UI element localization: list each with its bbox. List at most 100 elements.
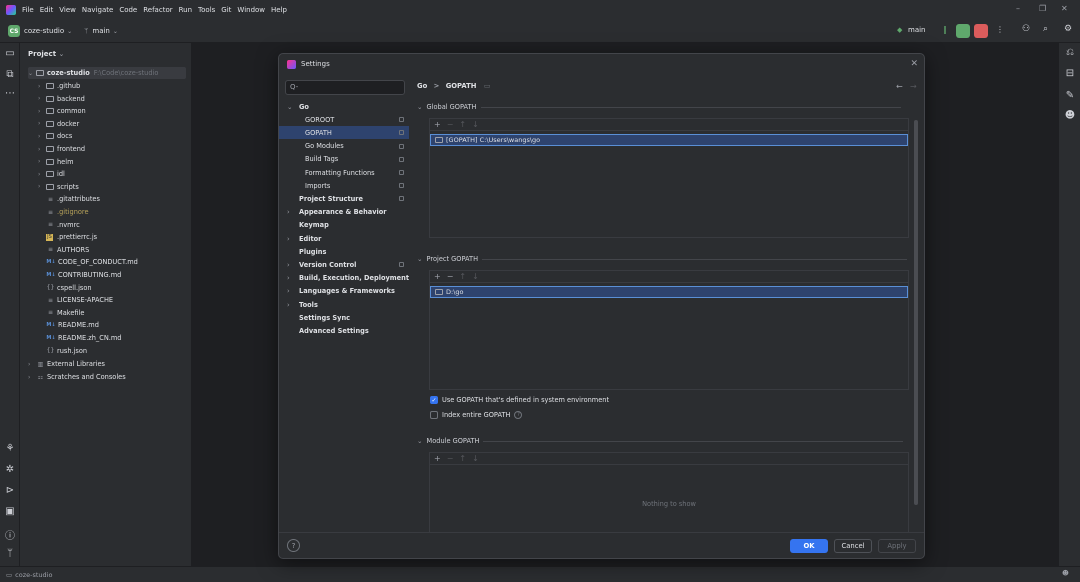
back-arrow-icon[interactable]: ← — [896, 82, 903, 91]
chevron-right-icon[interactable]: › — [28, 361, 36, 368]
run-button[interactable] — [956, 24, 970, 38]
check-icon[interactable]: ✓ — [430, 396, 438, 404]
chevron-right-icon[interactable]: › — [38, 158, 46, 165]
settings-nav-item[interactable]: › Build, Execution, Deployment — [279, 272, 409, 285]
module-gopath-section[interactable]: ⌄ Module GOPATH — [417, 437, 904, 445]
tree-item[interactable]: › backend — [38, 93, 85, 105]
minimize-icon[interactable]: – — [1016, 4, 1020, 13]
chevron-down-icon[interactable]: ⌄ — [417, 437, 423, 445]
chevron-right-icon[interactable]: › — [287, 287, 299, 295]
apply-button[interactable]: Apply — [878, 539, 916, 553]
tree-item[interactable]: ≡ AUTHORS — [38, 244, 89, 256]
chevron-right-icon[interactable]: › — [38, 108, 46, 115]
use-env-gopath-checkbox[interactable]: ✓ Use GOPATH that's defined in system en… — [430, 396, 609, 404]
cancel-button[interactable]: Cancel — [834, 539, 872, 553]
menu-view[interactable]: View — [59, 6, 76, 14]
tree-item[interactable]: ≡ LICENSE-APACHE — [38, 294, 113, 306]
settings-nav-item[interactable]: › Appearance & Behavior — [279, 206, 409, 219]
add-icon[interactable]: + — [434, 272, 441, 281]
settings-nav-item[interactable]: › Languages & Frameworks — [279, 285, 409, 298]
tree-item[interactable]: › common — [38, 105, 86, 117]
settings-nav-item[interactable]: › Version Control — [279, 258, 409, 271]
terminal-icon[interactable]: ▣ — [0, 506, 20, 517]
git-icon[interactable]: ᛘ — [0, 548, 20, 559]
chevron-right-icon[interactable]: › — [287, 274, 299, 282]
project-folder-icon[interactable]: ▭ — [0, 48, 20, 59]
settings-nav-item[interactable]: Settings Sync — [279, 311, 409, 324]
chevron-right-icon[interactable]: › — [28, 374, 36, 381]
settings-nav-item[interactable]: Plugins — [279, 245, 409, 258]
tree-root[interactable]: ⌄ coze-studio F:\Code\coze-studio — [28, 67, 186, 79]
tree-item[interactable]: M↓ CONTRIBUTING.md — [38, 269, 121, 281]
tree-item[interactable]: JS .prettierrc.js — [38, 231, 97, 243]
settings-nav-item[interactable]: › Tools — [279, 298, 409, 311]
debug-icon[interactable]: ⚘ — [0, 443, 20, 454]
tree-scratches[interactable]: › ⚏ Scratches and Consoles — [28, 371, 126, 383]
status-project[interactable]: coze-studio — [15, 571, 52, 579]
ai-assistant-icon[interactable]: ✎ — [1060, 90, 1080, 101]
chevron-right-icon[interactable]: › — [287, 235, 299, 243]
move-down-icon[interactable]: ↓ — [472, 120, 479, 129]
move-up-icon[interactable]: ↑ — [459, 454, 466, 463]
tree-item[interactable]: › .github — [38, 80, 80, 92]
chevron-right-icon[interactable]: › — [38, 171, 46, 178]
settings-nav-item[interactable]: Go Modules — [279, 140, 409, 153]
copilot-status-icon[interactable]: ☻ — [1062, 569, 1069, 577]
notifications-icon[interactable]: ⎌ — [1060, 47, 1080, 58]
tree-item[interactable]: › helm — [38, 156, 74, 168]
chevron-down-icon[interactable]: ⌄ — [28, 70, 36, 77]
breadcrumb-parent[interactable]: Go — [417, 82, 427, 90]
tree-external-libraries[interactable]: › ▥ External Libraries — [28, 358, 105, 370]
tree-item[interactable]: › scripts — [38, 181, 79, 193]
project-gopath-entry[interactable]: D:\go — [430, 286, 908, 298]
close-icon[interactable]: ✕ — [910, 59, 918, 69]
chevron-down-icon[interactable]: ⌄ — [113, 28, 118, 35]
help-button[interactable]: ? — [287, 539, 300, 552]
settings-nav-item[interactable]: Project Structure — [279, 192, 409, 205]
remove-icon[interactable]: − — [447, 120, 454, 129]
chevron-right-icon[interactable]: › — [287, 301, 299, 309]
tree-item[interactable]: M↓ README.md — [38, 319, 99, 331]
settings-nav-item[interactable]: GOPATH — [279, 126, 409, 140]
settings-nav-item[interactable]: Formatting Functions — [279, 166, 409, 179]
remove-icon[interactable]: − — [447, 454, 454, 463]
more-tools-icon[interactable]: ⋯ — [0, 88, 20, 99]
chevron-down-icon[interactable]: ⌄ — [417, 103, 423, 111]
tree-item[interactable]: › idl — [38, 168, 65, 180]
tree-item[interactable]: ≡ .nvmrc — [38, 219, 80, 231]
move-down-icon[interactable]: ↓ — [472, 454, 479, 463]
settings-nav-item[interactable]: › Editor — [279, 232, 409, 245]
search-icon[interactable]: ⌕ — [1043, 24, 1048, 34]
tree-item[interactable]: › docs — [38, 130, 72, 142]
help-circle-icon[interactable]: ? — [514, 411, 523, 419]
tree-item[interactable]: ≡ .gitattributes — [38, 193, 100, 205]
add-icon[interactable]: + — [434, 454, 441, 463]
tree-item[interactable]: M↓ CODE_OF_CONDUCT.md — [38, 256, 137, 268]
global-gopath-entry[interactable]: [GOPATH] C:\Users\wangs\go — [430, 134, 908, 146]
build-icon[interactable]: ‖ — [943, 25, 947, 34]
structure-icon[interactable]: ⧉ — [0, 69, 20, 80]
settings-nav-item[interactable]: Build Tags — [279, 153, 409, 166]
close-window-icon[interactable]: ✕ — [1061, 4, 1068, 13]
menu-refactor[interactable]: Refactor — [143, 6, 172, 14]
tree-item[interactable]: M↓ README.zh_CN.md — [38, 332, 121, 344]
project-gopath-section[interactable]: ⌄ Project GOPATH — [417, 255, 908, 263]
chevron-right-icon[interactable]: › — [287, 261, 299, 269]
move-down-icon[interactable]: ↓ — [472, 272, 479, 281]
project-badge[interactable]: CS — [8, 25, 20, 37]
menu-edit[interactable]: Edit — [40, 6, 54, 14]
forward-arrow-icon[interactable]: → — [910, 82, 917, 91]
menu-run[interactable]: Run — [179, 6, 192, 14]
chevron-right-icon[interactable]: › — [38, 83, 46, 90]
services-icon[interactable]: ✲ — [0, 464, 20, 475]
menu-code[interactable]: Code — [119, 6, 137, 14]
tree-item[interactable]: {} rush.json — [38, 345, 87, 357]
menu-navigate[interactable]: Navigate — [82, 6, 113, 14]
chevron-right-icon[interactable]: › — [38, 146, 46, 153]
settings-nav-item[interactable]: Keymap — [279, 219, 409, 232]
gear-icon[interactable]: ⚙ — [1064, 24, 1072, 34]
project-name[interactable]: coze-studio — [24, 27, 64, 35]
run-tool-icon[interactable]: ⊳ — [0, 485, 20, 496]
more-icon[interactable]: ⋮ — [996, 25, 1004, 34]
menu-file[interactable]: File — [22, 6, 34, 14]
